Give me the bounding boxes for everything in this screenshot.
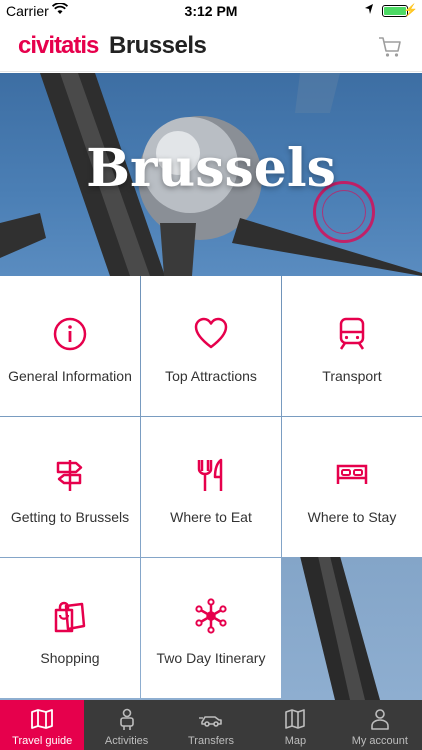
status-bar: Carrier 3:12 PM ⚡ [0,0,422,22]
tab-label: My account [351,735,408,747]
tile-label: Two Day Itinerary [156,650,266,666]
tile-two-day-itinerary[interactable]: Two Day Itinerary [141,558,281,698]
clock: 3:12 PM [184,3,238,19]
tab-map[interactable]: Map [253,700,337,750]
fork-knife-icon [197,458,223,491]
tile-transport[interactable]: Transport [282,276,422,416]
tile-label: Where to Eat [170,509,252,525]
tile-shopping[interactable]: Shopping [0,558,140,698]
city-title: Brussels [109,32,207,59]
map-icon [285,709,306,729]
tab-label: Transfers [187,735,235,747]
tab-transfers[interactable]: Transfers [169,700,253,750]
tab-bar: Travel guide Activities Transfers Map My… [0,700,422,750]
location-arrow-icon [365,4,373,14]
tile-top-attractions[interactable]: Top Attractions [141,276,281,416]
tab-label: Activities [104,735,149,747]
itinerary-icon [195,598,227,634]
tile-label: Transport [322,368,382,384]
tile-general-information[interactable]: General Information [0,276,140,416]
app-header: civitatis Brussels [0,22,422,72]
tab-my-account[interactable]: My account [338,700,422,750]
map-book-icon [31,709,54,729]
signpost-icon [56,460,83,491]
tile-where-to-stay[interactable]: Where to Stay [282,417,422,557]
tile-label: Top Attractions [165,368,257,384]
tab-activities[interactable]: Activities [84,700,168,750]
charging-icon: ⚡ [403,3,418,17]
info-icon [53,317,87,351]
car-icon [199,716,222,727]
heart-icon [194,317,228,349]
guide-grid: General Information Top Attractions Tran… [0,276,422,700]
hero-title: Brussels [86,138,336,199]
person-icon [119,708,134,730]
bed-icon [336,464,368,484]
tile-label: Shopping [40,650,100,666]
tile-label: Where to Stay [307,509,397,525]
tab-label: Map [284,735,307,747]
tab-travel-guide[interactable]: Travel guide [0,700,85,750]
hero-banner: Brussels [0,73,422,276]
train-icon [339,317,365,350]
tile-getting-to-brussels[interactable]: Getting to Brussels [0,417,140,557]
brand-logo[interactable]: civitatis [18,32,99,60]
user-icon [371,709,389,730]
tile-label: Getting to Brussels [10,509,130,525]
tab-label: Travel guide [12,735,73,747]
tile-label: General Information [8,368,132,384]
tile-where-to-eat[interactable]: Where to Eat [141,417,281,557]
cart-icon[interactable] [378,36,402,58]
shopping-bag-icon [54,601,86,633]
